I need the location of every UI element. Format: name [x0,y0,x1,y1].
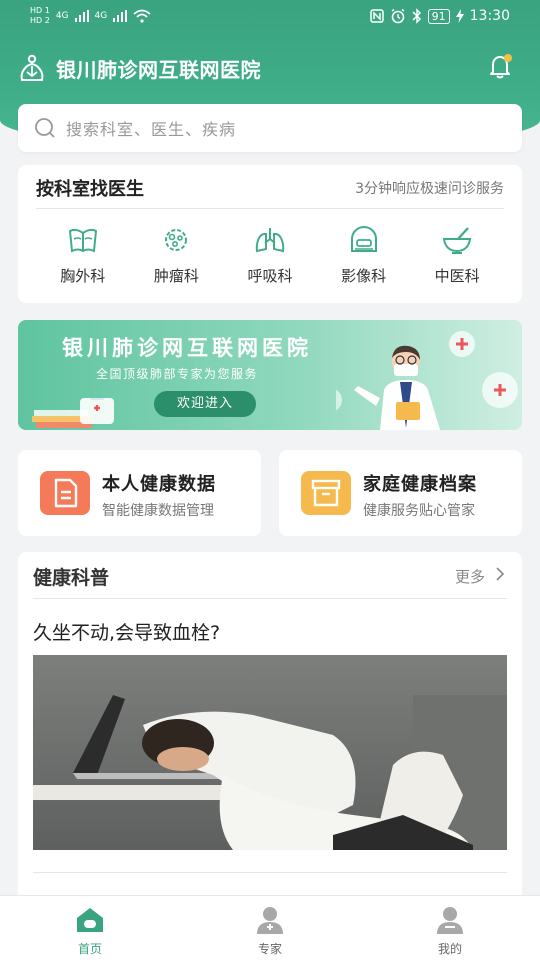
net1-label: 4G [55,11,69,21]
alarm-icon [391,8,405,24]
sim2-label: HD 2 [30,16,50,25]
tab-mine[interactable]: 我的 [360,896,540,960]
science-header: 健康科普 更多 [33,562,507,599]
tumor-icon [165,229,188,251]
mortar-icon [443,227,472,254]
department-list: 胸外科 肿瘤科 呼吸科 影像科 中医科 [36,225,504,286]
department-card: 按科室找医生 3分钟响应极速问诊服务 胸外科 肿瘤科 呼吸科 影像科 中医科 [18,165,522,303]
health-card-subtitle: 健康服务贴心管家 [363,503,475,519]
sim-indicators: HD 1 HD 2 [30,6,50,26]
health-card-subtitle: 智能健康数据管理 [102,503,214,519]
tab-label: 专家 [257,942,282,956]
bottom-tab-bar: 首页 专家 我的 [0,895,540,960]
hospital-banner[interactable]: 银川肺诊网互联网医院 全国顶级肺部专家为您服务 欢迎进入 [18,320,522,430]
department-item-oncology[interactable]: 肿瘤科 [130,225,224,286]
document-icon [54,478,78,508]
search-bar[interactable]: 搜索科室、医生、疾病 [18,104,522,152]
archive-box-icon [311,479,341,507]
science-title: 健康科普 [33,567,110,589]
app-title: 银川肺诊网互联网医院 [56,57,261,82]
notification-button[interactable] [486,52,514,80]
health-data-icon-bg [40,471,90,515]
search-placeholder: 搜索科室、医生、疾病 [66,120,237,139]
net2-label: 4G [94,11,108,21]
department-item-tcm[interactable]: 中医科 [410,225,504,286]
status-right: 91 13:30 [369,8,510,24]
wifi-icon [133,9,151,23]
status-left: HD 1 HD 2 4G 4G [30,6,151,26]
department-item-respiratory[interactable]: 呼吸科 [223,225,317,286]
department-item-imaging[interactable]: 影像科 [317,225,411,286]
health-card-title: 家庭健康档案 [363,474,477,495]
doctor-illustration [336,331,518,430]
department-title: 按科室找医生 [36,179,144,200]
battery-indicator: 91 [427,8,450,24]
personal-health-data-card[interactable]: 本人健康数据 智能健康数据管理 [18,450,261,536]
department-subtitle: 3分钟响应极速问诊服务 [355,181,504,197]
lungs-icon [255,228,285,253]
scanner-icon [350,226,377,252]
department-label: 影像科 [341,267,387,285]
health-science-card: 健康科普 更多 久坐不动,会导致血栓? [18,552,522,912]
search-icon [35,118,55,138]
sim1-label: HD 1 [30,6,50,15]
nfc-icon [369,9,384,23]
department-header: 按科室找医生 3分钟响应极速问诊服务 [36,175,504,209]
tab-label: 首页 [77,942,102,956]
department-item-chest-surgery[interactable]: 胸外科 [36,225,130,286]
banner-title: 银川肺诊网互联网医院 [62,336,312,360]
tab-label: 我的 [437,942,462,956]
article-divider [33,872,507,873]
article-title[interactable]: 久坐不动,会导致血栓? [33,618,220,645]
charging-icon [455,9,464,23]
books-illustration [32,398,114,428]
bluetooth-icon [412,8,421,24]
department-label: 中医科 [434,267,480,285]
department-label: 肿瘤科 [153,267,199,285]
signal-icon [113,10,128,22]
banner-subtitle: 全国顶级肺部专家为您服务 [96,367,259,381]
family-health-record-card[interactable]: 家庭健康档案 健康服务贴心管家 [279,450,522,536]
article-image[interactable] [33,655,507,850]
signal-icon [74,10,89,22]
app-bar: 银川肺诊网互联网医院 [18,50,528,86]
tired-man-at-laptop-photo [33,655,507,850]
user-icon [437,907,463,934]
more-link[interactable]: 更多 [455,566,485,587]
tab-home[interactable]: 首页 [0,896,180,960]
department-label: 胸外科 [60,267,106,285]
tab-experts[interactable]: 专家 [180,896,360,960]
family-record-icon-bg [301,471,351,515]
chevron-right-icon[interactable] [493,567,507,581]
chest-icon [68,228,97,253]
doctor-icon [257,907,283,934]
department-label: 呼吸科 [247,267,293,285]
hospital-logo-icon [20,54,44,81]
status-bar: HD 1 HD 2 4G 4G 91 13:30 [0,0,540,36]
health-card-title: 本人健康数据 [102,474,216,495]
notification-badge [504,54,512,62]
status-time: 13:30 [469,8,510,24]
enter-button[interactable]: 欢迎进入 [154,391,256,417]
home-icon [77,908,103,932]
